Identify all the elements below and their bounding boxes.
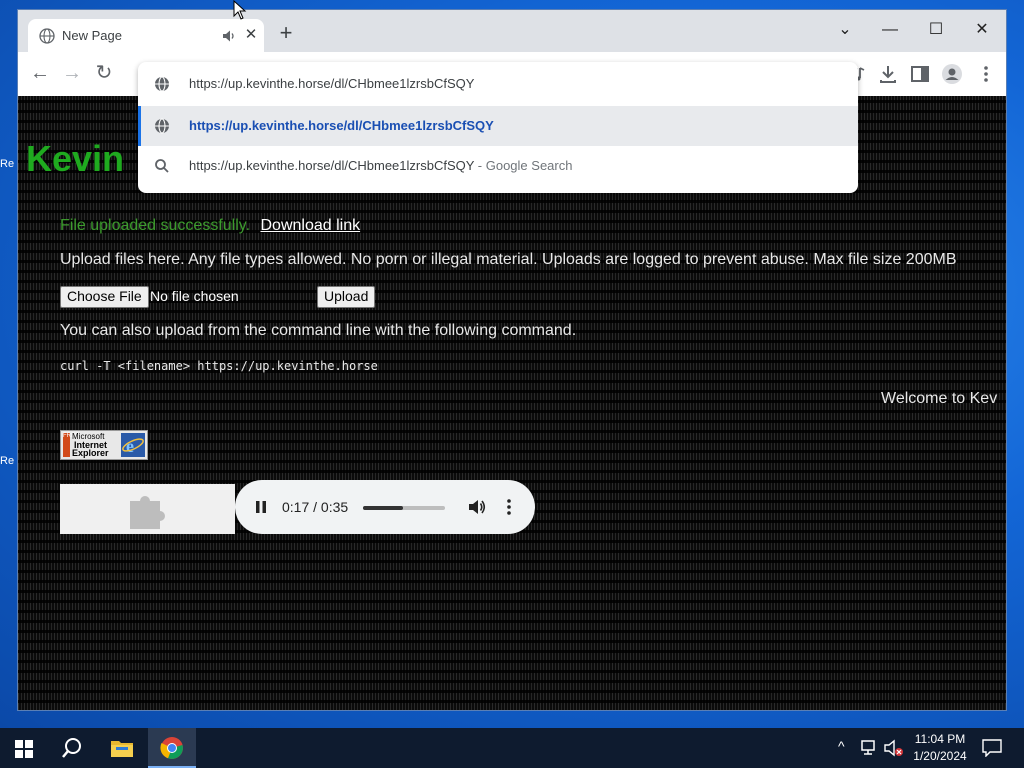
globe-icon (155, 118, 169, 134)
search-button[interactable] (48, 728, 96, 768)
menu-kebab-icon[interactable] (975, 63, 997, 85)
download-link[interactable]: Download link (260, 217, 360, 234)
new-tab-button[interactable]: + (276, 22, 296, 44)
clock-date: 1/20/2024 (913, 749, 967, 763)
folder-icon (111, 741, 133, 757)
missing-plugin-placeholder (60, 484, 235, 534)
pause-icon[interactable] (253, 499, 269, 515)
choose-file-button[interactable]: Choose File (60, 286, 149, 308)
chrome-taskbar-button[interactable] (148, 728, 196, 768)
globe-icon (155, 76, 169, 92)
system-tray: ^ (836, 728, 906, 768)
clock-time: 11:04 PM (914, 732, 966, 746)
taskbar: ^ 11:04 PM 1/20/2024 (0, 728, 1024, 768)
internet-explorer-icon: e (121, 433, 145, 457)
cli-command: curl -T <filename> https://up.kevinthe.h… (60, 359, 378, 373)
download-icon[interactable] (877, 63, 899, 85)
audio-seek-fill (363, 506, 404, 510)
network-icon[interactable] (861, 740, 879, 756)
side-panel-icon[interactable] (909, 63, 931, 85)
audio-time: 0:17 / 0:35 (282, 499, 349, 515)
profile-avatar-icon[interactable] (941, 63, 963, 85)
desktop-icon-label[interactable]: Re (0, 158, 14, 170)
address-bar[interactable]: https://up.kevinthe.horse/dl/CHbmee1lzrs… (138, 62, 858, 106)
file-explorer-button[interactable] (98, 728, 146, 768)
upload-success-text: File uploaded successfully. (60, 217, 251, 234)
upload-button[interactable]: Upload (317, 286, 376, 308)
volume-muted-icon[interactable] (884, 739, 904, 757)
chevron-up-icon[interactable]: ^ (838, 738, 845, 754)
windows-logo-icon (15, 740, 33, 758)
address-bar-text: https://up.kevinthe.horse/dl/CHbmee1lzrs… (189, 76, 475, 91)
upload-status: File uploaded successfully. Download lin… (60, 217, 360, 235)
chrome-icon (160, 737, 183, 759)
maximize-button[interactable]: ☐ (924, 18, 948, 42)
audio-more-options-icon[interactable] (503, 497, 515, 517)
ie-badge[interactable]: FREE Microsoft Internet Explorer e (60, 430, 148, 460)
welcome-text: Welcome to Kev (881, 390, 998, 407)
omnibox-suggestion-url[interactable]: https://up.kevinthe.horse/dl/CHbmee1lzrs… (138, 106, 858, 146)
notification-icon[interactable] (982, 739, 1002, 757)
close-window-button[interactable]: ✕ (970, 18, 994, 42)
back-button[interactable]: ← (28, 62, 52, 86)
tab-title: New Page (62, 28, 122, 43)
puzzle-piece-icon (130, 496, 165, 529)
forward-button[interactable]: → (60, 62, 84, 86)
globe-icon (39, 28, 55, 44)
mouse-cursor-icon (233, 0, 247, 20)
reload-button[interactable]: ↻ (92, 62, 116, 86)
minimize-button[interactable]: — (878, 18, 902, 42)
cli-instructions: You can also upload from the command lin… (60, 322, 577, 339)
browser-window: New Page ✕ + ⌄ — ☐ ✕ ← → ↻ Kevin File up… (18, 10, 1006, 710)
ie-free-label: FREE (63, 433, 79, 457)
start-button[interactable] (0, 728, 48, 768)
omnibox-dropdown: https://up.kevinthe.horse/dl/CHbmee1lzrs… (138, 62, 858, 193)
no-file-text: No file chosen (150, 288, 239, 304)
upload-instructions: Upload files here. Any file types allowe… (60, 251, 957, 268)
suggestion-text: https://up.kevinthe.horse/dl/CHbmee1lzrs… (189, 158, 572, 173)
taskbar-clock[interactable]: 11:04 PM 1/20/2024 (905, 731, 975, 765)
tab-strip: New Page ✕ + ⌄ — ☐ ✕ (18, 10, 1006, 52)
suggestion-query: https://up.kevinthe.horse/dl/CHbmee1lzrs… (189, 158, 475, 173)
close-tab-icon[interactable]: ✕ (243, 27, 259, 43)
volume-icon[interactable] (467, 497, 487, 517)
site-title: Kevin (26, 138, 125, 179)
tab-new-page[interactable]: New Page ✕ (28, 19, 264, 52)
search-icon (62, 738, 81, 758)
omnibox-suggestion-search[interactable]: https://up.kevinthe.horse/dl/CHbmee1lzrs… (138, 146, 858, 186)
ie-badge-line3: Explorer (72, 448, 109, 458)
suggestion-text: https://up.kevinthe.horse/dl/CHbmee1lzrs… (189, 118, 494, 133)
suggestion-suffix: - Google Search (474, 158, 573, 173)
audio-seek-bar[interactable] (363, 506, 445, 510)
search-icon (155, 159, 169, 173)
svg-text:e: e (126, 436, 134, 456)
tab-search-icon[interactable]: ⌄ (833, 18, 857, 42)
speaker-icon[interactable] (222, 29, 236, 43)
desktop-icon-label[interactable]: Re (0, 455, 14, 467)
audio-player: 0:17 / 0:35 (235, 480, 535, 534)
